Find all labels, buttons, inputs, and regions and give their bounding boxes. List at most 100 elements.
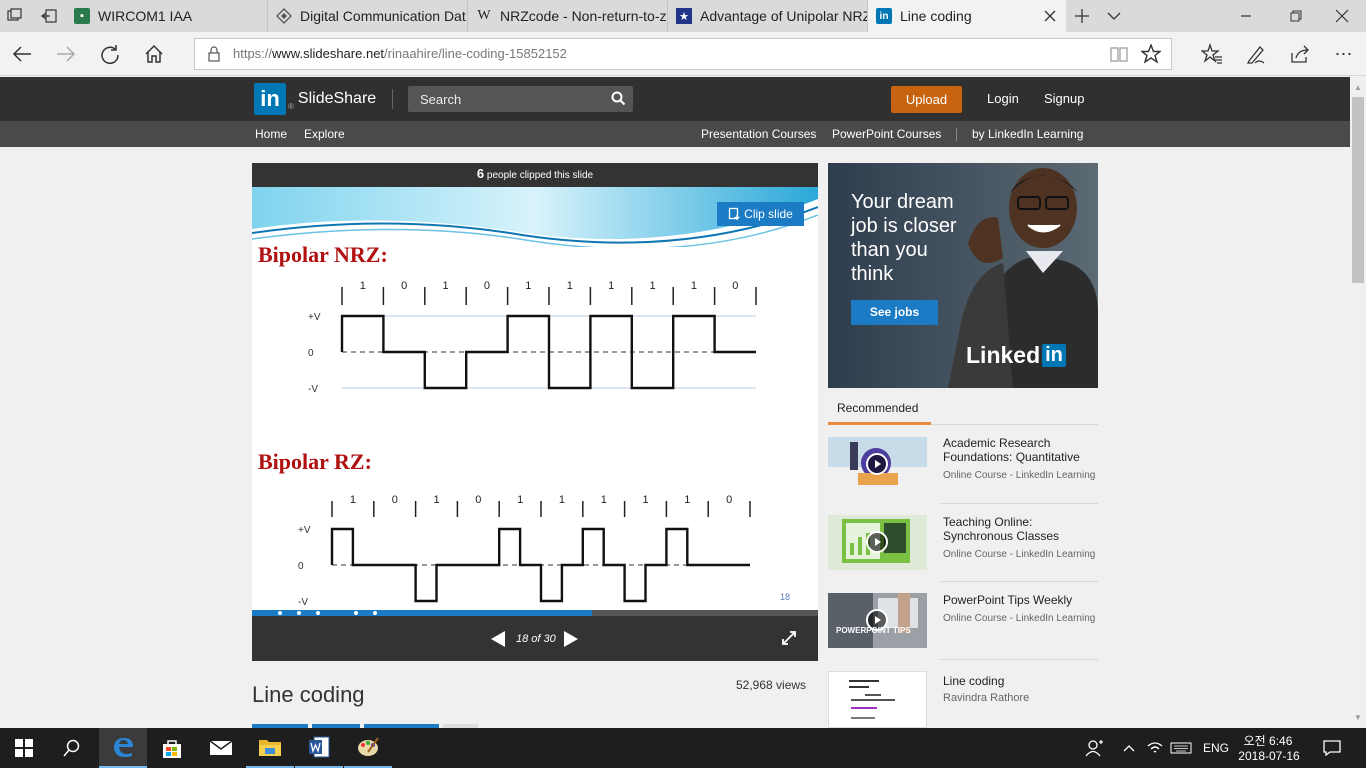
tab-digital-communication[interactable]: Digital Communication Dat	[268, 0, 468, 32]
bit-label: 0	[726, 494, 732, 506]
tab-nrzcode[interactable]: W NRZcode - Non-return-to-z	[468, 0, 668, 32]
brand-in: in	[1042, 344, 1066, 367]
keyboard-icon[interactable]	[1168, 728, 1194, 768]
linkedin-logo-icon: in	[254, 83, 286, 115]
tab-advantage-unipolar[interactable]: ★ Advantage of Unipolar NRZ	[668, 0, 868, 32]
tab-list-chevron-icon[interactable]	[1104, 6, 1124, 26]
recommended-author: Ravindra Rathore	[943, 692, 1030, 704]
linkedin-jobs-ad[interactable]: Your dream job is closer than you think …	[828, 163, 1098, 388]
page-scrollbar[interactable]: ▲ ▼	[1350, 77, 1366, 728]
bit-label: 1	[567, 280, 573, 292]
action-center-icon[interactable]	[1310, 728, 1354, 768]
recommended-item[interactable]: Line coding Ravindra Rathore	[828, 671, 1098, 728]
recommended-item[interactable]: Academic Research Foundations: Quantitat…	[828, 436, 1098, 497]
scroll-down-arrow-icon[interactable]: ▼	[1354, 713, 1362, 722]
search-icon[interactable]	[48, 728, 96, 768]
tab-title: Advantage of Unipolar NRZ	[700, 8, 867, 24]
nav-powerpoint-courses[interactable]: PowerPoint Courses	[832, 127, 941, 141]
share-icon[interactable]	[1284, 38, 1316, 70]
paint-icon[interactable]	[344, 728, 392, 768]
previous-slide-icon[interactable]	[490, 630, 506, 651]
see-jobs-button[interactable]: See jobs	[851, 300, 938, 325]
store-icon[interactable]	[148, 728, 196, 768]
minimize-icon[interactable]	[1236, 6, 1256, 26]
upload-button[interactable]: Upload	[891, 86, 962, 113]
wifi-icon[interactable]	[1142, 728, 1168, 768]
more-menu-icon[interactable]: ⋯	[1328, 38, 1360, 70]
reading-view-icon[interactable]	[1109, 45, 1129, 66]
url-domain: www.slideshare.net	[272, 46, 385, 61]
recommended-item[interactable]: Teaching Online: Synchronous Classes Onl…	[828, 515, 1098, 575]
tab-line-coding[interactable]: in Line coding	[868, 0, 1066, 32]
bit-label: 1	[559, 494, 565, 506]
search-input[interactable]: Search	[408, 86, 633, 112]
diamond-icon	[276, 8, 292, 24]
next-slide-icon[interactable]	[563, 630, 579, 651]
address-bar[interactable]: https://www.slideshare.net/rinaahire/lin…	[194, 38, 1172, 70]
clock-date[interactable]: 2018-07-16	[1238, 749, 1300, 763]
favorites-hub-icon[interactable]	[1196, 38, 1228, 70]
edge-icon[interactable]	[99, 728, 147, 768]
signup-link[interactable]: Signup	[1044, 91, 1084, 106]
recommended-divider	[931, 424, 1098, 425]
people-icon[interactable]	[1072, 728, 1116, 768]
close-tab-icon[interactable]	[1040, 6, 1060, 26]
clock-time[interactable]: 오전 6:46	[1243, 732, 1293, 749]
recommended-title[interactable]: PowerPoint Tips Weekly	[943, 593, 1103, 607]
add-favorite-star-icon[interactable]	[1140, 43, 1162, 67]
set-tabs-aside-icon[interactable]	[40, 8, 58, 24]
wikipedia-icon: W	[477, 8, 491, 23]
back-icon[interactable]	[6, 38, 38, 70]
word-icon[interactable]	[295, 728, 343, 768]
login-link[interactable]: Login	[987, 91, 1019, 106]
recommended-item[interactable]: POWERPOINT TIPS PowerPoint Tips Weekly O…	[828, 593, 1098, 653]
recommended-header[interactable]: Recommended	[837, 401, 918, 415]
recommended-title[interactable]: Academic Research Foundations: Quantitat…	[943, 436, 1103, 464]
file-explorer-icon[interactable]	[246, 728, 294, 768]
clipped-count: 6	[476, 166, 485, 181]
home-icon[interactable]	[138, 38, 170, 70]
tab-preview-icon[interactable]	[6, 8, 24, 24]
nav-explore[interactable]: Explore	[304, 127, 345, 141]
start-icon[interactable]	[0, 728, 48, 768]
nav-presentation-courses[interactable]: Presentation Courses	[701, 127, 816, 141]
mail-icon[interactable]	[197, 728, 245, 768]
slideshare-logo[interactable]: in ® SlideShare	[254, 83, 376, 115]
fullscreen-icon[interactable]	[782, 631, 796, 648]
slide-content[interactable]: Clip slide Bipolar NRZ: +V 0 -V 1 0 1 0 1 1 1 1 1 0 …	[252, 187, 818, 610]
new-tab-icon[interactable]	[1072, 6, 1092, 26]
tab-title: Line coding	[900, 8, 972, 24]
page-indicator: 18 of 30	[516, 633, 556, 645]
forward-icon[interactable]	[50, 38, 82, 70]
tab-wircom[interactable]: ▪ WIRCOM1 IAA	[66, 0, 268, 32]
logo-registered: ®	[288, 101, 294, 111]
level-label: 0	[308, 348, 314, 359]
lock-icon	[207, 46, 221, 65]
clip-slide-button[interactable]: Clip slide	[717, 202, 804, 226]
scrollbar-thumb[interactable]	[1352, 97, 1364, 283]
thumb-caption: POWERPOINT TIPS	[836, 626, 911, 635]
level-label: -V	[308, 384, 318, 395]
nav-linkedin-learning[interactable]: by LinkedIn Learning	[972, 127, 1083, 141]
recommended-thumbnail	[828, 671, 927, 728]
url-text: https://www.slideshare.net/rinaahire/lin…	[233, 46, 567, 61]
close-window-icon[interactable]	[1332, 6, 1352, 26]
recommended-thumbnail	[828, 515, 927, 570]
pen-notes-icon[interactable]	[1240, 38, 1272, 70]
search-icon[interactable]	[611, 91, 626, 109]
recommended-title[interactable]: Line coding	[943, 674, 1098, 688]
bit-label: 0	[475, 494, 481, 506]
scroll-up-arrow-icon[interactable]: ▲	[1354, 83, 1362, 92]
input-language[interactable]: ENG	[1203, 741, 1229, 755]
show-hidden-icons-chevron-icon[interactable]	[1116, 728, 1142, 768]
ad-headline-line: job is closer	[851, 215, 957, 237]
bit-label: 1	[517, 494, 523, 506]
bit-label: 1	[650, 280, 656, 292]
slideshare-header: in ® SlideShare Search Upload Login Sign…	[0, 77, 1350, 121]
restore-icon[interactable]	[1286, 6, 1306, 26]
nav-home[interactable]: Home	[255, 127, 287, 141]
linkedin-brand-logo: Linked in	[966, 342, 1066, 369]
refresh-icon[interactable]	[94, 38, 126, 70]
recommended-thumbnail	[828, 437, 927, 492]
recommended-title[interactable]: Teaching Online: Synchronous Classes	[943, 515, 1103, 543]
